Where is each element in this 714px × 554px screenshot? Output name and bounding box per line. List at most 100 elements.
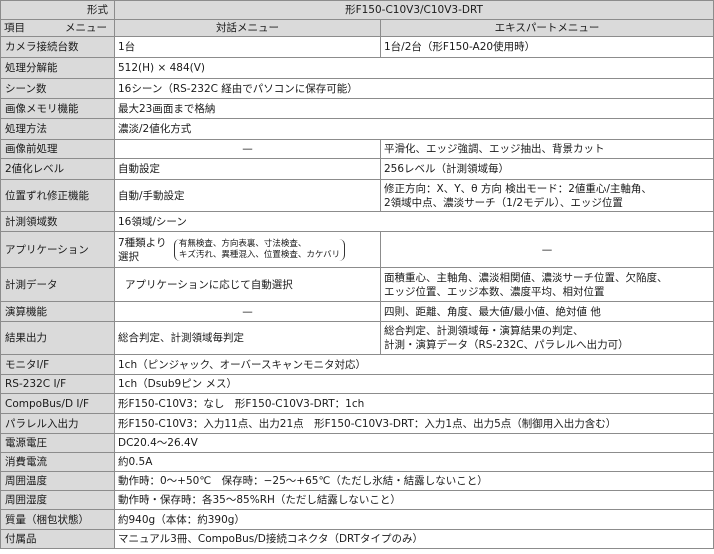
cell-expert: 平滑化、エッジ強調、エッジ抽出、背景カット — [380, 139, 714, 159]
expert-line: 2領域中点、濃淡サーチ（1/2モデル）、エッジ位置 — [384, 196, 623, 209]
cell-value: 動作時・保存時：各35～85%RH（ただし結露しないこと） — [114, 490, 714, 510]
cell-dialog: — — [114, 139, 381, 159]
cell-dialog: 7種類より 選択 有無検査、方向表裏、寸法検査、 キズ汚れ、異種混入、位置検査、… — [114, 231, 381, 268]
row-label: 周囲湿度 — [0, 490, 115, 510]
row-label: 計測データ — [0, 267, 115, 302]
cell-expert: — — [380, 231, 714, 268]
app-types-line: 有無検査、方向表裏、寸法検査、 — [178, 238, 307, 249]
app-line: 7種類より — [118, 236, 167, 249]
header-model-value: 形F150-C10V3/C10V3-DRT — [114, 0, 714, 20]
row-label: 質量（梱包状態） — [0, 509, 115, 530]
cell-value: 1ch（Dsub9ピン メス） — [114, 374, 714, 394]
cell-value: DC20.4～26.4V — [114, 433, 714, 453]
table-row: 画像メモリ機能 最大23画面まで格納 — [0, 98, 714, 119]
cell-expert: 1台/2台（形F150-A20使用時） — [380, 36, 714, 58]
row-label: 付属品 — [0, 529, 115, 549]
table-row: 処理分解能 512(H) × 484(V) — [0, 57, 714, 79]
app-types-bracket: 有無検査、方向表裏、寸法検査、 キズ汚れ、異種混入、位置検査、カケバリ — [173, 238, 346, 261]
row-label: アプリケーション — [0, 231, 115, 268]
cell-value: 16領域/シーン — [114, 211, 714, 232]
cell-value: 約940g（本体：約390g） — [114, 509, 714, 530]
row-label: CompoBus/D I/F — [0, 393, 115, 414]
cell-value: 約0.5A — [114, 452, 714, 472]
cell-expert: 総合判定、計測領域毎・演算結果の判定、 計測・演算データ（RS-232C、パラレ… — [380, 321, 714, 355]
cell-value: 最大23画面まで格納 — [114, 98, 714, 119]
row-label: 消費電流 — [0, 452, 115, 472]
cell-value: 1ch（ピンジャック、オーバースキャンモニタ対応） — [114, 354, 714, 375]
header-row-model: 形式 形F150-C10V3/C10V3-DRT — [0, 0, 714, 20]
row-label: パラレル入出力 — [0, 413, 115, 434]
table-row: 計測領域数 16領域/シーン — [0, 211, 714, 232]
cell-dialog: 自動/手動設定 — [114, 179, 381, 212]
row-label: カメラ接続台数 — [0, 36, 115, 58]
cell-value: マニュアル3冊、CompoBus/D接続コネクタ（DRTタイプのみ） — [114, 529, 714, 549]
table-row: 電源電圧 DC20.4～26.4V — [0, 433, 714, 453]
table-row: 周囲温度 動作時：0～+50℃ 保存時：−25～+65℃（ただし氷結・結露しない… — [0, 471, 714, 491]
expert-line: エッジ位置、エッジ本数、濃度平均、相対位置 — [384, 285, 605, 298]
table-row: 周囲湿度 動作時・保存時：各35～85%RH（ただし結露しないこと） — [0, 490, 714, 510]
header-expert-menu: エキスパートメニュー — [380, 19, 714, 37]
app-line: 選択 — [118, 250, 139, 263]
table-row: RS-232C I/F 1ch（Dsub9ピン メス） — [0, 374, 714, 394]
expert-line: 面積重心、主軸角、濃淡相関値、濃淡サーチ位置、欠陥度、 — [384, 271, 668, 284]
header-row-menu: 項目 メニュー 対話メニュー エキスパートメニュー — [0, 19, 714, 37]
row-label: 電源電圧 — [0, 433, 115, 453]
cell-dialog: 1台 — [114, 36, 381, 58]
table-row: 2値化レベル 自動設定 256レベル（計測領域毎） — [0, 158, 714, 180]
table-row: モニタI/F 1ch（ピンジャック、オーバースキャンモニタ対応） — [0, 354, 714, 375]
cell-dialog: 総合判定、計測領域毎判定 — [114, 321, 381, 355]
header-model-label-cell: 形式 — [0, 0, 115, 20]
cell-expert: 四則、距離、角度、最大値/最小値、絶対値 他 — [380, 301, 714, 322]
cell-expert: 256レベル（計測領域毎） — [380, 158, 714, 180]
table-row: CompoBus/D I/F 形F150-C10V3：なし 形F150-C10V… — [0, 393, 714, 414]
app-select-text: 7種類より 選択 — [118, 236, 166, 264]
header-item-menu-cell: 項目 メニュー — [0, 19, 115, 37]
table-row: シーン数 16シーン（RS-232C 経由でパソコンに保存可能） — [0, 78, 714, 99]
row-label: 2値化レベル — [0, 158, 115, 180]
cell-value: 形F150-C10V3：入力11点、出力21点 形F150-C10V3-DRT：… — [114, 413, 714, 434]
table-row: 演算機能 — 四則、距離、角度、最大値/最小値、絶対値 他 — [0, 301, 714, 322]
cell-value: 16シーン（RS-232C 経由でパソコンに保存可能） — [114, 78, 714, 99]
row-label: 演算機能 — [0, 301, 115, 322]
table-row: 計測データ アプリケーションに応じて自動選択 面積重心、主軸角、濃淡相関値、濃淡… — [0, 267, 714, 302]
expert-line: 修正方向：X、Y、θ 方向 検出モード：2値重心/主軸角、 — [384, 182, 652, 195]
cell-value: 動作時：0～+50℃ 保存時：−25～+65℃（ただし氷結・結露しないこと） — [114, 471, 714, 491]
cell-expert: 面積重心、主軸角、濃淡相関値、濃淡サーチ位置、欠陥度、 エッジ位置、エッジ本数、… — [380, 267, 714, 302]
row-label: 処理分解能 — [0, 57, 115, 79]
row-label: モニタI/F — [0, 354, 115, 375]
table-row: 質量（梱包状態） 約940g（本体：約390g） — [0, 509, 714, 530]
cell-dialog: アプリケーションに応じて自動選択 — [114, 267, 381, 302]
row-label: 処理方法 — [0, 118, 115, 140]
header-model-label: 形式 — [87, 4, 108, 16]
table-row: 消費電流 約0.5A — [0, 452, 714, 472]
row-label: 画像前処理 — [0, 139, 115, 159]
cell-dialog: 自動設定 — [114, 158, 381, 180]
cell-dialog: — — [114, 301, 381, 322]
row-label: 結果出力 — [0, 321, 115, 355]
expert-line: 計測・演算データ（RS-232C、パラレルへ出力可） — [384, 339, 629, 351]
table-row: カメラ接続台数 1台 1台/2台（形F150-A20使用時） — [0, 36, 714, 58]
table-row: 結果出力 総合判定、計測領域毎判定 総合判定、計測領域毎・演算結果の判定、 計測… — [0, 321, 714, 355]
spec-table: 形式 形F150-C10V3/C10V3-DRT 項目 メニュー 対話メニュー … — [0, 0, 714, 549]
table-row: 処理方法 濃淡/2値化方式 — [0, 118, 714, 140]
cell-expert: 修正方向：X、Y、θ 方向 検出モード：2値重心/主軸角、 2領域中点、濃淡サー… — [380, 179, 714, 212]
table-row: 画像前処理 — 平滑化、エッジ強調、エッジ抽出、背景カット — [0, 139, 714, 159]
cell-value: 形F150-C10V3：なし 形F150-C10V3-DRT：1ch — [114, 393, 714, 414]
table-row: 位置ずれ修正機能 自動/手動設定 修正方向：X、Y、θ 方向 検出モード：2値重… — [0, 179, 714, 212]
row-label: 計測領域数 — [0, 211, 115, 232]
cell-value: 512(H) × 484(V) — [114, 57, 714, 79]
row-label: 位置ずれ修正機能 — [0, 179, 115, 212]
row-label: シーン数 — [0, 78, 115, 99]
app-types-line: キズ汚れ、異種混入、位置検査、カケバリ — [178, 249, 341, 260]
table-row: アプリケーション 7種類より 選択 有無検査、方向表裏、寸法検査、 キズ汚れ、異… — [0, 231, 714, 268]
header-dialog-menu: 対話メニュー — [114, 19, 381, 37]
header-menu-label: メニュー — [65, 22, 107, 34]
table-row: 付属品 マニュアル3冊、CompoBus/D接続コネクタ（DRTタイプのみ） — [0, 529, 714, 549]
row-label: 画像メモリ機能 — [0, 98, 115, 119]
row-label: RS-232C I/F — [0, 374, 115, 394]
header-item-label: 項目 — [4, 22, 25, 34]
table-row: パラレル入出力 形F150-C10V3：入力11点、出力21点 形F150-C1… — [0, 413, 714, 434]
expert-line: 総合判定、計測領域毎・演算結果の判定、 — [384, 325, 584, 337]
cell-value: 濃淡/2値化方式 — [114, 118, 714, 140]
row-label: 周囲温度 — [0, 471, 115, 491]
